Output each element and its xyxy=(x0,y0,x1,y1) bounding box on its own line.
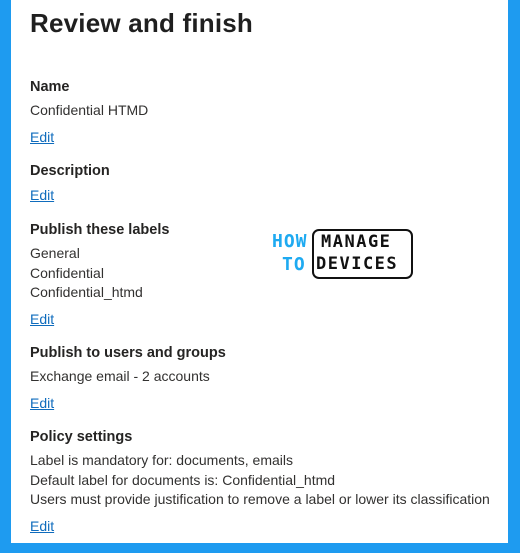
edit-name-link[interactable]: Edit xyxy=(30,127,54,147)
users-value: Exchange email - 2 accounts xyxy=(30,368,210,384)
section-title-users: Publish to users and groups xyxy=(30,345,226,361)
logo-manage-text: MANAGE xyxy=(321,232,392,252)
page-title: Review and finish xyxy=(30,8,254,38)
policy-line: Users must provide justification to remo… xyxy=(30,491,490,507)
section-title-name: Name xyxy=(30,79,70,95)
edit-policy-link[interactable]: Edit xyxy=(30,516,54,536)
logo-to-text: TO xyxy=(282,254,306,275)
name-value: Confidential HTMD xyxy=(30,102,149,118)
section-title-policy: Policy settings xyxy=(30,429,133,445)
section-name: Name Confidential HTMD Edit xyxy=(30,77,508,147)
section-description: Description Edit xyxy=(30,161,508,205)
edit-users-link[interactable]: Edit xyxy=(30,393,54,413)
howtomanagedevices-logo: HOW TO MANAGE DEVICES xyxy=(269,229,415,279)
review-panel: Review and finish Name Confidential HTMD… xyxy=(11,0,508,543)
logo-how-text: HOW xyxy=(272,231,308,252)
policy-lines: Label is mandatory for: documents, email… xyxy=(30,451,508,510)
policy-line: Default label for documents is: Confiden… xyxy=(30,471,336,488)
section-title-description: Description xyxy=(30,163,110,179)
policy-line: Label is mandatory for: documents, email… xyxy=(30,452,294,468)
section-users-groups: Publish to users and groups Exchange ema… xyxy=(30,343,508,413)
edit-labels-link[interactable]: Edit xyxy=(30,309,54,329)
edit-description-link[interactable]: Edit xyxy=(30,185,54,205)
label-item: Confidential_htmd xyxy=(30,284,143,300)
logo-devices-text: DEVICES xyxy=(316,254,399,274)
section-policy-settings: Policy settings Label is mandatory for: … xyxy=(30,427,508,536)
